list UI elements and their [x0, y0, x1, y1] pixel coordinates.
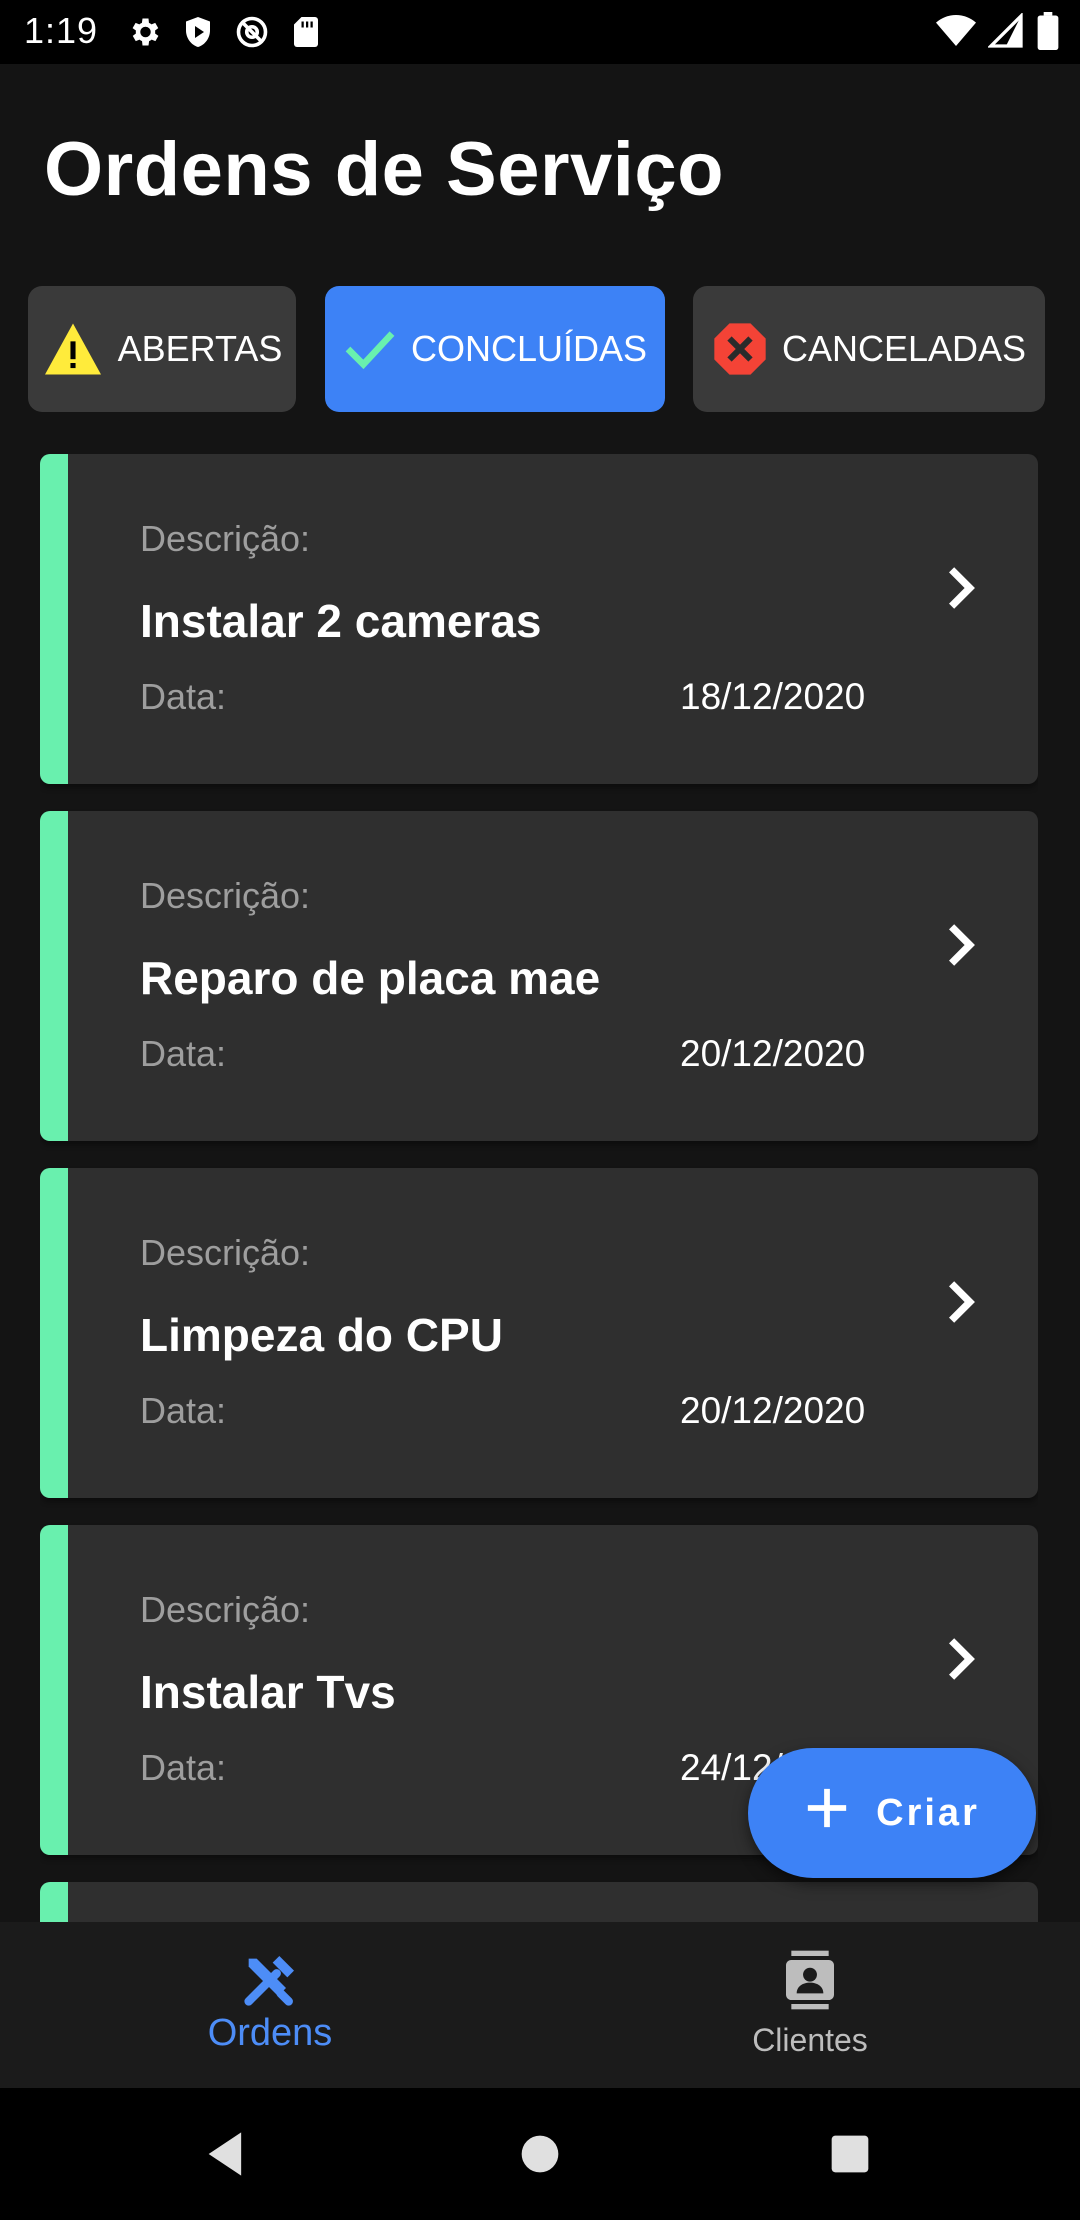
at-sign-icon	[234, 14, 270, 50]
order-description: Limpeza do CPU	[140, 1309, 503, 1361]
shield-icon	[180, 14, 216, 50]
order-description: Reparo de placa mae	[140, 952, 601, 1004]
back-icon[interactable]	[200, 2128, 252, 2185]
plus-icon	[804, 1785, 850, 1841]
filter-canceladas-button[interactable]: CANCELADAS	[693, 286, 1045, 412]
wifi-icon	[936, 13, 976, 49]
filter-canceladas-label: CANCELADAS	[781, 328, 1027, 369]
description-label: Descrição:	[140, 518, 311, 559]
date-label: Data:	[140, 676, 227, 717]
cell-signal-icon	[988, 13, 1024, 49]
date-label: Data:	[140, 1390, 227, 1431]
date-label: Data:	[140, 1747, 227, 1788]
status-accent-bar	[40, 1168, 68, 1498]
filter-abertas-button[interactable]: ABERTAS	[28, 286, 296, 412]
status-accent-bar	[40, 1525, 68, 1855]
status-accent-bar	[40, 811, 68, 1141]
description-label: Descrição:	[140, 1232, 311, 1273]
create-order-button[interactable]: Criar	[748, 1748, 1036, 1878]
order-description: Instalar 2 cameras	[140, 595, 542, 647]
status-accent-bar	[40, 454, 68, 784]
order-date: 18/12/2020	[680, 676, 866, 717]
description-label: Descrição:	[140, 1589, 311, 1630]
description-label: Descrição:	[140, 875, 311, 916]
nav-item-ordens-label: Ordens	[207, 2012, 333, 2054]
date-label: Data:	[140, 1033, 227, 1074]
chevron-right-icon	[940, 562, 984, 619]
status-icons-right	[936, 12, 1060, 50]
chevron-right-icon	[940, 1276, 984, 1333]
status-time: 1:19	[24, 10, 99, 51]
bottom-nav: Ordens Clientes	[0, 1922, 1080, 2088]
check-icon	[343, 327, 397, 371]
sd-card-icon	[288, 14, 324, 50]
filter-concluidas-button[interactable]: CONCLUÍDAS	[325, 286, 665, 412]
filter-concluidas-label: CONCLUÍDAS	[410, 328, 648, 369]
nav-item-ordens[interactable]: Ordens	[0, 1922, 540, 2088]
filter-abertas-label: ABERTAS	[117, 328, 283, 369]
order-card[interactable]: Descrição: Instalar 2 cameras Data: 18/1…	[40, 454, 1038, 784]
chevron-right-icon	[940, 919, 984, 976]
order-card[interactable]: Descrição: Reparo de placa mae Data: 20/…	[40, 811, 1038, 1141]
recents-icon[interactable]	[828, 2128, 872, 2185]
page-title: Ordens de Serviço	[44, 127, 725, 212]
system-navigation-bar	[0, 2088, 1080, 2220]
order-card[interactable]: Descrição: Limpeza do CPU Data: 20/12/20…	[40, 1168, 1038, 1498]
order-list: Descrição: Instalar 2 cameras Data: 18/1…	[40, 454, 1038, 1922]
settings-icon	[126, 14, 162, 50]
order-date: 20/12/2020	[680, 1033, 866, 1074]
battery-icon	[1036, 12, 1060, 50]
contacts-icon	[778, 1948, 842, 2012]
create-order-label: Criar	[876, 1791, 980, 1834]
status-accent-bar	[40, 1882, 68, 1922]
tools-icon	[238, 1948, 302, 2012]
nav-item-clientes[interactable]: Clientes	[540, 1922, 1080, 2088]
home-icon[interactable]	[518, 2128, 562, 2185]
status-bar: 1:19	[0, 0, 1080, 64]
warning-icon	[42, 321, 104, 377]
cancel-icon	[712, 321, 768, 377]
order-description: Instalar Tvs	[140, 1666, 396, 1718]
screen: 1:19 Ordens de Serviço ABERTAS CONCLUÍDA…	[0, 0, 1080, 2220]
chevron-right-icon	[940, 1633, 984, 1690]
status-icons-left	[126, 14, 324, 50]
order-date: 20/12/2020	[680, 1390, 866, 1431]
nav-item-clientes-label: Clientes	[752, 2022, 868, 2058]
order-card-partial[interactable]	[40, 1882, 1038, 1922]
